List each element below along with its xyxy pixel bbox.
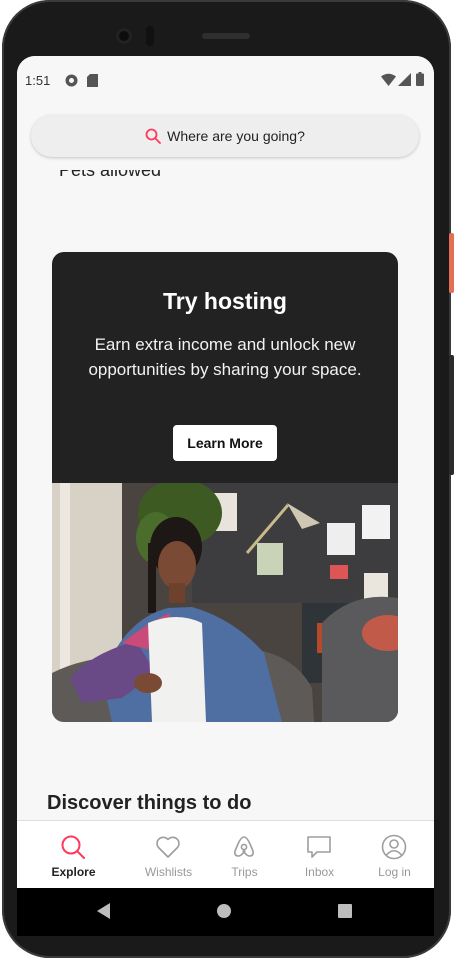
tab-label: Inbox [304,865,335,879]
power-button [449,233,454,293]
signal-icon [398,73,411,86]
tab-label: Explore [51,865,96,879]
message-icon [307,836,331,858]
host-photo [52,483,398,722]
explore-content[interactable]: Pets allowed Try hosting Earn extra inco… [17,170,434,820]
search-bar[interactable]: Where are you going? [31,115,419,157]
user-circle-icon [381,834,407,860]
front-camera [116,28,132,44]
bottom-tab-bar: Explore Wishlists Trips Inbox Log in [17,820,434,888]
recent-apps-icon[interactable] [338,904,352,918]
status-time: 1:51 [25,73,51,88]
earpiece-speaker [202,33,250,39]
heart-icon [156,836,180,858]
section-heading: Discover things to do [47,792,252,814]
search-icon [61,835,85,859]
sd-card-icon [87,74,98,87]
tab-explore[interactable]: Explore [32,821,115,888]
tab-label: Log in [378,865,411,879]
pets-allowed-label[interactable]: Pets allowed [59,170,161,181]
tab-label: Wishlists [144,865,193,879]
volume-rocker [449,355,454,475]
search-placeholder: Where are you going? [167,128,305,144]
search-icon [145,128,162,144]
tab-inbox[interactable]: Inbox [278,821,361,888]
try-hosting-card: Try hosting Earn extra income and unlock… [52,252,398,722]
tab-log-in[interactable]: Log in [353,821,434,888]
tab-label: Trips [231,865,258,879]
wifi-icon [381,73,396,86]
card-title: Try hosting [163,288,287,314]
status-bar: 1:51 [17,56,434,102]
android-nav-bar [17,888,434,936]
battery-icon [416,72,424,86]
pocket-icon [65,74,78,87]
back-icon[interactable] [97,903,111,919]
sensor [146,26,154,46]
card-description: Earn extra income and unlock new opportu… [88,335,362,379]
app-screen: 1:51 Pets allowed Try hosting Earn extra… [17,56,434,888]
tab-trips[interactable]: Trips [203,821,286,888]
tab-wishlists[interactable]: Wishlists [127,821,210,888]
home-icon[interactable] [217,904,231,918]
airbnb-logo-icon [234,836,254,857]
learn-more-button[interactable]: Learn More [173,425,277,461]
